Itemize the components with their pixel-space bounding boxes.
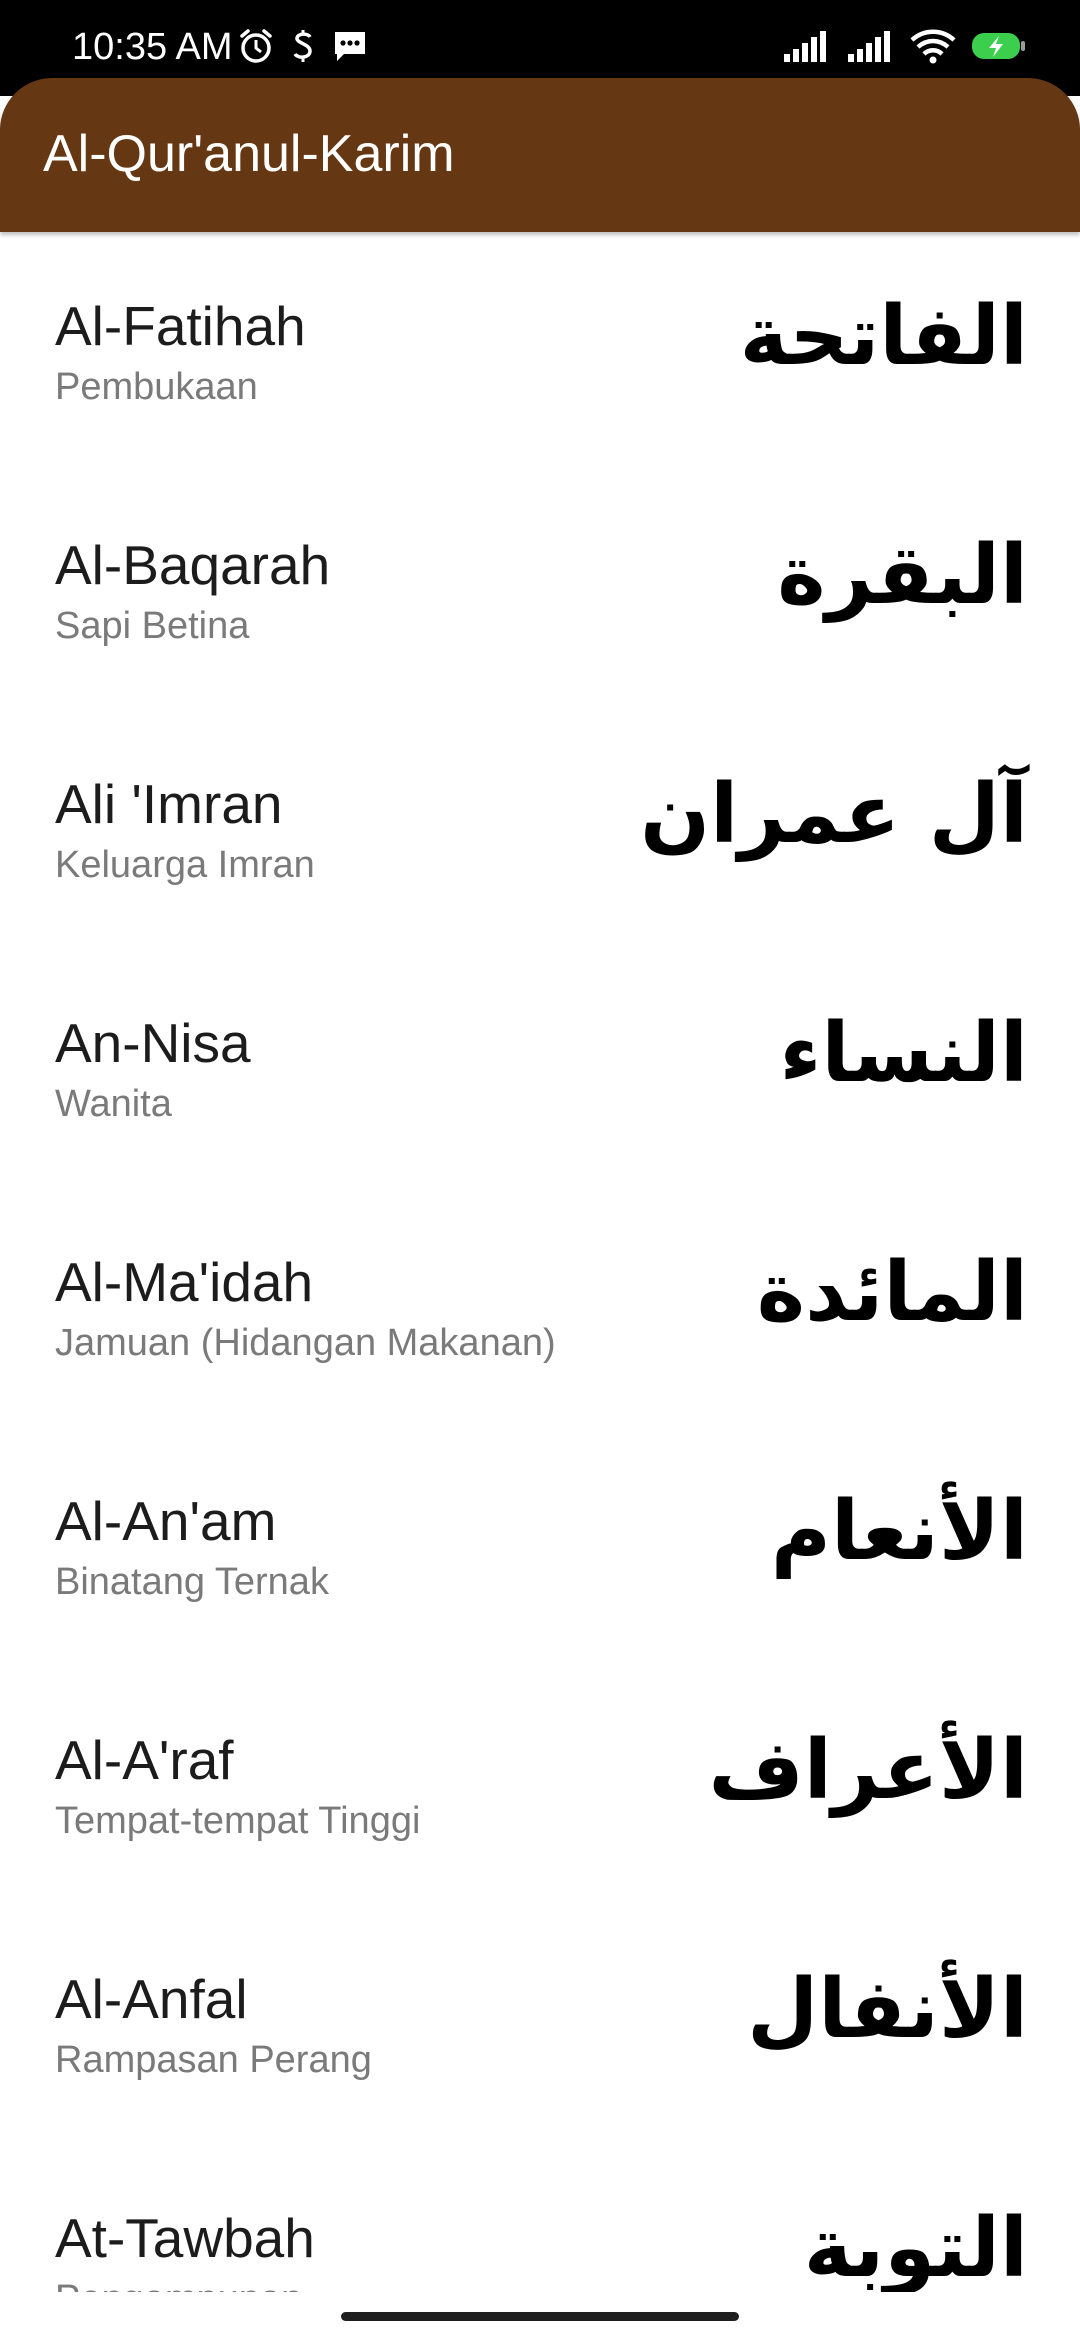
surah-list-item[interactable]: An-Nisa Wanita النساء [0,949,1080,1188]
surah-list-item[interactable]: Al-A'raf Tempat-tempat Tinggi الأعراف [0,1666,1080,1905]
wifi-icon [910,28,956,64]
surah-meaning: Rampasan Perang [55,2039,372,2081]
surah-name: Al-An'am [55,1490,277,1552]
surah-arabic-name: النساء [779,1006,1028,1101]
surah-list-item[interactable]: Al-An'am Binatang Ternak الأنعام [0,1427,1080,1666]
surah-meaning: Wanita [55,1083,172,1125]
surah-meaning: Sapi Betina [55,605,250,647]
surah-list-item[interactable]: Al-Anfal Rampasan Perang الأنفال [0,1905,1080,2144]
signal-icon [846,28,896,64]
surah-list-item[interactable]: At-Tawbah Pengampunan التوبة [0,2144,1080,2292]
surah-meaning: Tempat-tempat Tinggi [55,1800,421,1842]
s-notification-icon [288,28,318,64]
surah-arabic-name: آل عمران [640,767,1028,862]
app-title: Al-Qur'anul-Karim [43,125,455,183]
surah-meaning: Jamuan (Hidangan Makanan) [55,1322,556,1364]
surah-name: At-Tawbah [55,2207,315,2269]
surah-arabic-name: الأنفال [747,1962,1028,2057]
surah-meaning: Pembukaan [55,366,258,408]
surah-meaning: Binatang Ternak [55,1561,329,1603]
surah-name: An-Nisa [55,1012,251,1074]
surah-name: Al-Fatihah [55,295,306,357]
message-icon [332,28,368,64]
surah-name: Ali 'Imran [55,773,283,835]
surah-arabic-name: البقرة [777,528,1028,623]
surah-meaning: Pengampunan [55,2276,302,2292]
surah-list-item[interactable]: Al-Ma'idah Jamuan (Hidangan Makanan) الم… [0,1188,1080,1427]
signal-icon [782,28,832,64]
surah-arabic-name: الفاتحة [739,289,1028,384]
battery-charging-icon [970,28,1028,64]
surah-arabic-name: المائدة [756,1245,1028,1340]
surah-name: Al-Anfal [55,1968,248,2030]
surah-name: Al-A'raf [55,1729,234,1791]
surah-meaning: Keluarga Imran [55,844,315,886]
surah-arabic-name: الأنعام [770,1484,1028,1579]
surah-list-item[interactable]: Al-Fatihah Pembukaan الفاتحة [0,232,1080,471]
surah-arabic-name: التوبة [803,2201,1028,2292]
surah-name: Al-Baqarah [55,534,331,596]
status-left-icons [238,28,368,64]
surah-list[interactable]: Al-Fatihah Pembukaan الفاتحة Al-Baqarah … [0,232,1080,2292]
status-time: 10:35 AM [72,26,233,68]
surah-list-item[interactable]: Al-Baqarah Sapi Betina البقرة [0,471,1080,710]
surah-name: Al-Ma'idah [55,1251,314,1313]
home-indicator[interactable] [341,2312,739,2321]
surah-list-item[interactable]: Ali 'Imran Keluarga Imran آل عمران [0,710,1080,949]
app-bar: Al-Qur'anul-Karim [0,78,1080,232]
status-right-icons [782,28,1028,64]
alarm-icon [238,28,274,64]
surah-arabic-name: الأعراف [708,1723,1028,1818]
